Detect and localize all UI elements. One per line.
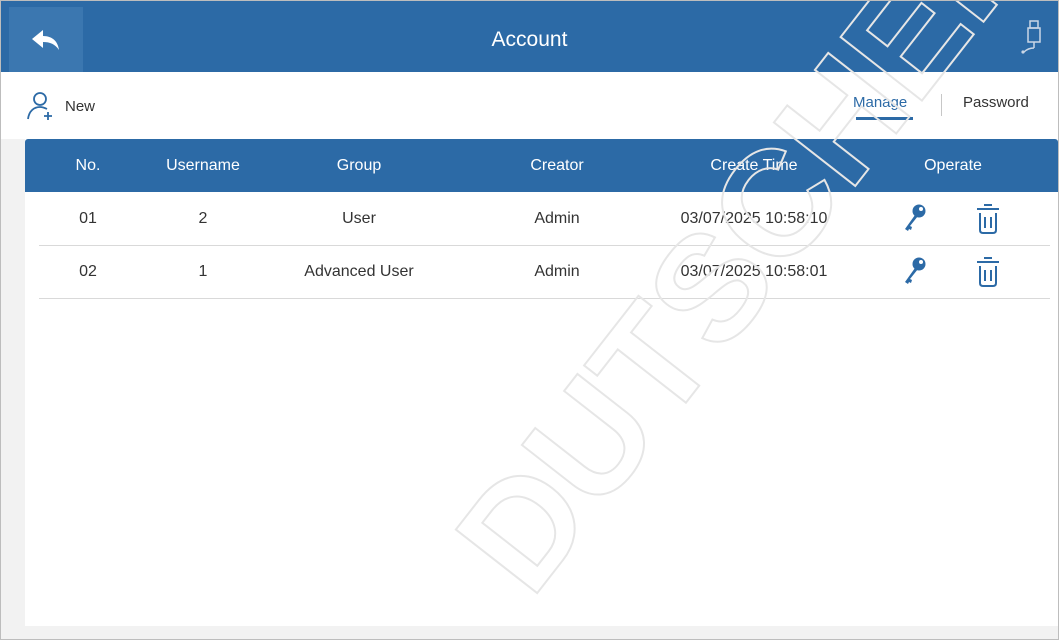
cell-username: 1 — [198, 263, 208, 280]
cell-create-time: 03/07/2025 10:58:01 — [680, 263, 828, 280]
top-bar: Account — [1, 1, 1058, 72]
new-user-label: New — [65, 97, 96, 115]
trash-icon[interactable] — [973, 203, 1003, 235]
key-icon[interactable] — [900, 203, 930, 235]
cell-create-time: 03/07/2025 10:58:10 — [680, 210, 828, 227]
toolbar: New Manage Password — [1, 72, 1058, 139]
new-user-button[interactable]: New — [25, 90, 95, 122]
cell-group: User — [342, 210, 376, 227]
table-row[interactable]: 02 1 Advanced User Admin 03/07/2025 10:5… — [39, 245, 1050, 299]
column-header-create-time: Create Time — [710, 157, 798, 174]
trash-icon[interactable] — [973, 256, 1003, 288]
tab-password[interactable]: Password — [963, 94, 1029, 111]
cell-no: 01 — [79, 210, 97, 227]
cell-no: 02 — [79, 263, 97, 280]
column-header-username: Username — [166, 157, 240, 174]
account-table: No. Username Group Creator Create Time O… — [25, 139, 1058, 626]
cell-creator: Admin — [534, 263, 580, 280]
back-button[interactable] — [9, 7, 83, 72]
tab-manage[interactable]: Manage — [853, 94, 907, 111]
cell-group: Advanced User — [304, 263, 414, 280]
page-title: Account — [491, 28, 568, 51]
add-user-icon — [27, 92, 52, 120]
back-arrow-icon — [32, 29, 59, 50]
cell-username: 2 — [198, 210, 208, 227]
column-header-operate: Operate — [924, 157, 982, 174]
key-icon[interactable] — [900, 256, 930, 288]
column-header-creator: Creator — [530, 157, 584, 174]
cell-creator: Admin — [534, 210, 580, 227]
footer-strip — [1, 626, 1058, 639]
tab-divider — [941, 94, 942, 116]
app-window: Account New Manage Password No. Username… — [0, 0, 1059, 640]
column-header-no: No. — [75, 157, 101, 174]
usb-icon[interactable] — [1018, 20, 1044, 54]
column-header-group: Group — [336, 157, 382, 174]
table-row[interactable]: 01 2 User Admin 03/07/2025 10:58:10 — [39, 192, 1050, 246]
table-header: No. Username Group Creator Create Time O… — [25, 139, 1058, 192]
tab-manage-underline — [856, 117, 913, 120]
